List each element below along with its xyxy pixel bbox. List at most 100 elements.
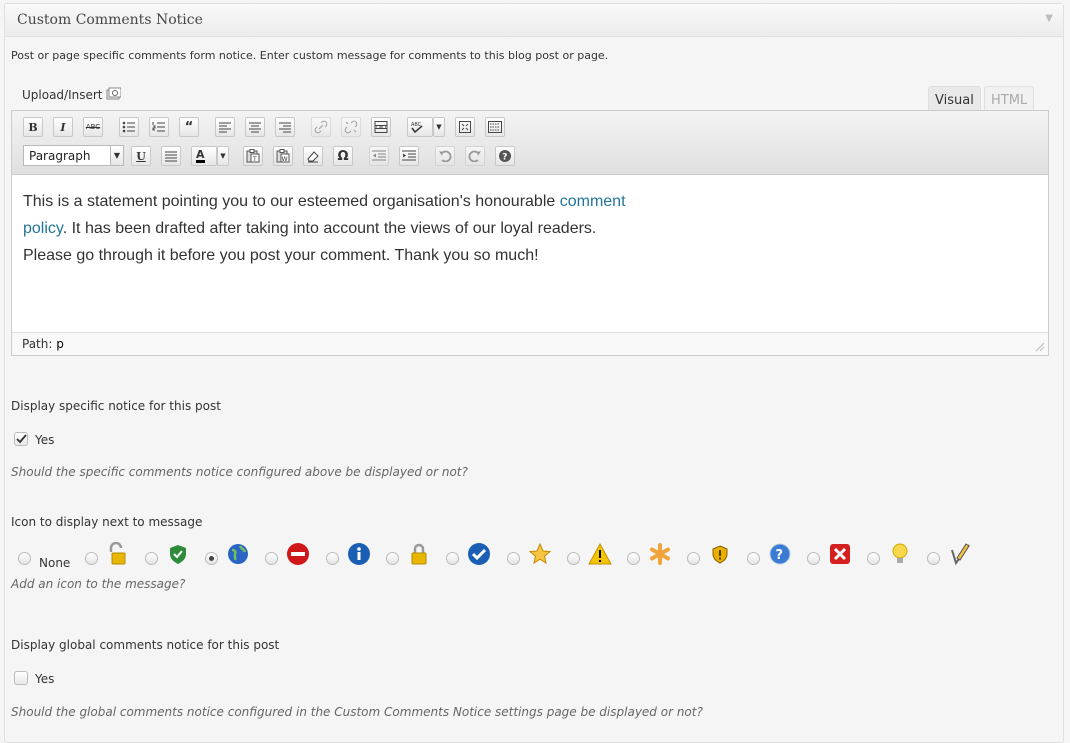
global-notice-checkbox-label[interactable]: Yes <box>35 672 54 686</box>
icon-radio-shield-exclamation[interactable] <box>687 552 700 565</box>
help-icon: ? <box>499 150 511 163</box>
icon-none-label[interactable]: None <box>39 556 70 570</box>
editor-toolbar: B I ABC “ ABC ▼ Paragraph ▼ U A ▼ T W Ω … <box>12 111 1048 175</box>
icon-radio-checkmark[interactable] <box>446 552 459 565</box>
icon-radio-pencil[interactable] <box>927 552 940 565</box>
lightbulb-icon <box>892 543 908 563</box>
icon-radio-red-x[interactable] <box>807 552 820 565</box>
chevron-down-icon: ▼ <box>220 152 226 160</box>
redo-button[interactable] <box>465 146 485 166</box>
spellcheck-button[interactable]: ABC <box>407 117 433 137</box>
unlink-icon <box>344 120 358 134</box>
outdent-button[interactable] <box>369 146 389 166</box>
spellcheck-icon: ABC <box>411 122 423 134</box>
more-tag-icon <box>374 121 388 133</box>
text-color-button[interactable]: A <box>191 146 217 166</box>
global-notice-checkbox[interactable] <box>14 671 28 685</box>
special-character-button[interactable]: Ω <box>333 146 353 166</box>
svg-text:?: ? <box>502 153 507 163</box>
icon-radio-warning[interactable] <box>567 552 580 565</box>
star-icon <box>528 542 552 565</box>
icon-radio-unlocked-padlock[interactable] <box>85 552 98 565</box>
paste-word-icon: W <box>276 149 290 163</box>
help-button[interactable]: ? <box>495 146 515 166</box>
editor-statusbar: Path: p <box>12 332 1048 355</box>
icon-radio-lightbulb[interactable] <box>867 552 880 565</box>
resize-grip-icon[interactable] <box>1035 342 1045 352</box>
format-select-arrow[interactable]: ▼ <box>110 145 124 166</box>
specific-notice-checkbox[interactable] <box>14 432 28 446</box>
info-icon <box>348 543 370 565</box>
rich-text-editor: B I ABC “ ABC ▼ Paragraph ▼ U A ▼ T W Ω … <box>11 110 1049 356</box>
icon-radio-globe[interactable] <box>205 552 218 565</box>
box-description: Post or page specific comments form noti… <box>11 49 609 62</box>
warning-triangle-icon <box>588 542 612 565</box>
outdent-icon <box>372 150 386 161</box>
text-color-icon: A <box>196 148 205 163</box>
padlock-icon <box>411 543 427 565</box>
global-notice-help: Should the global comments notice config… <box>11 705 703 719</box>
global-notice-label: Display global comments notice for this … <box>11 638 280 652</box>
icon-radio-no-entry[interactable] <box>265 552 278 565</box>
bold-button[interactable]: B <box>23 117 43 137</box>
remove-format-button[interactable] <box>303 146 323 166</box>
indent-icon <box>402 150 416 161</box>
align-left-button[interactable] <box>215 117 235 137</box>
icon-select-help: Add an icon to the message? <box>11 577 186 591</box>
box-header[interactable]: Custom Comments Notice ▼ <box>5 4 1063 37</box>
numbered-list-button[interactable] <box>149 117 169 137</box>
spellcheck-dropdown[interactable]: ▼ <box>433 117 445 137</box>
unlink-button[interactable] <box>341 117 361 137</box>
blue-checkmark-icon <box>468 543 490 565</box>
path-value[interactable]: p <box>56 337 64 351</box>
fullscreen-icon <box>459 121 471 133</box>
green-shield-check-icon <box>170 545 186 564</box>
format-select[interactable]: Paragraph <box>23 145 123 166</box>
paste-word-button[interactable]: W <box>273 146 293 166</box>
icon-radio-info[interactable] <box>326 552 339 565</box>
underline-button[interactable]: U <box>131 146 151 166</box>
align-center-button[interactable] <box>245 117 265 137</box>
media-icon[interactable] <box>106 87 121 100</box>
fullscreen-button[interactable] <box>455 117 475 137</box>
triangle-down-icon[interactable]: ▼ <box>1045 13 1053 24</box>
icon-radio-padlock[interactable] <box>386 552 399 565</box>
red-x-icon <box>830 544 850 564</box>
content-text: . It has been drafted after taking into … <box>62 220 597 237</box>
insert-link-button[interactable] <box>311 117 331 137</box>
icon-radio-none[interactable] <box>18 552 31 565</box>
no-entry-icon <box>287 543 309 565</box>
icon-radio-asterisk[interactable] <box>627 552 640 565</box>
justify-button[interactable] <box>161 146 181 166</box>
tab-visual[interactable]: Visual <box>928 86 981 111</box>
insert-more-button[interactable] <box>371 117 391 137</box>
comment-policy-link[interactable]: comment <box>560 193 626 210</box>
shield-exclamation-icon <box>712 545 728 564</box>
bullet-list-button[interactable] <box>119 117 139 137</box>
italic-button[interactable]: I <box>53 117 73 137</box>
editor-content[interactable]: This is a statement pointing you to our … <box>23 188 626 269</box>
numbered-list-icon <box>152 122 165 132</box>
checkmark-icon <box>16 434 27 444</box>
kitchen-sink-button[interactable] <box>485 117 505 137</box>
align-right-button[interactable] <box>275 117 295 137</box>
blockquote-button[interactable]: “ <box>179 117 199 137</box>
svg-text:?: ? <box>776 548 784 563</box>
specific-notice-checkbox-label[interactable]: Yes <box>35 433 54 447</box>
icon-radio-star[interactable] <box>507 552 520 565</box>
pencil-icon <box>951 543 970 566</box>
comment-policy-link[interactable]: policy <box>23 220 63 237</box>
undo-button[interactable] <box>435 146 455 166</box>
strikethrough-button[interactable]: ABC <box>83 117 103 137</box>
indent-button[interactable] <box>399 146 419 166</box>
align-left-icon <box>219 122 231 132</box>
icon-radio-help[interactable] <box>747 552 760 565</box>
paste-text-button[interactable]: T <box>243 146 263 166</box>
asterisk-icon <box>650 543 670 565</box>
text-color-dropdown[interactable]: ▼ <box>217 146 229 166</box>
tab-html[interactable]: HTML <box>984 86 1035 111</box>
content-text: Please go through it before you post you… <box>23 247 539 264</box>
path-label: Path: <box>22 337 53 351</box>
kitchen-sink-icon <box>488 121 502 133</box>
icon-radio-green-shield[interactable] <box>145 552 158 565</box>
